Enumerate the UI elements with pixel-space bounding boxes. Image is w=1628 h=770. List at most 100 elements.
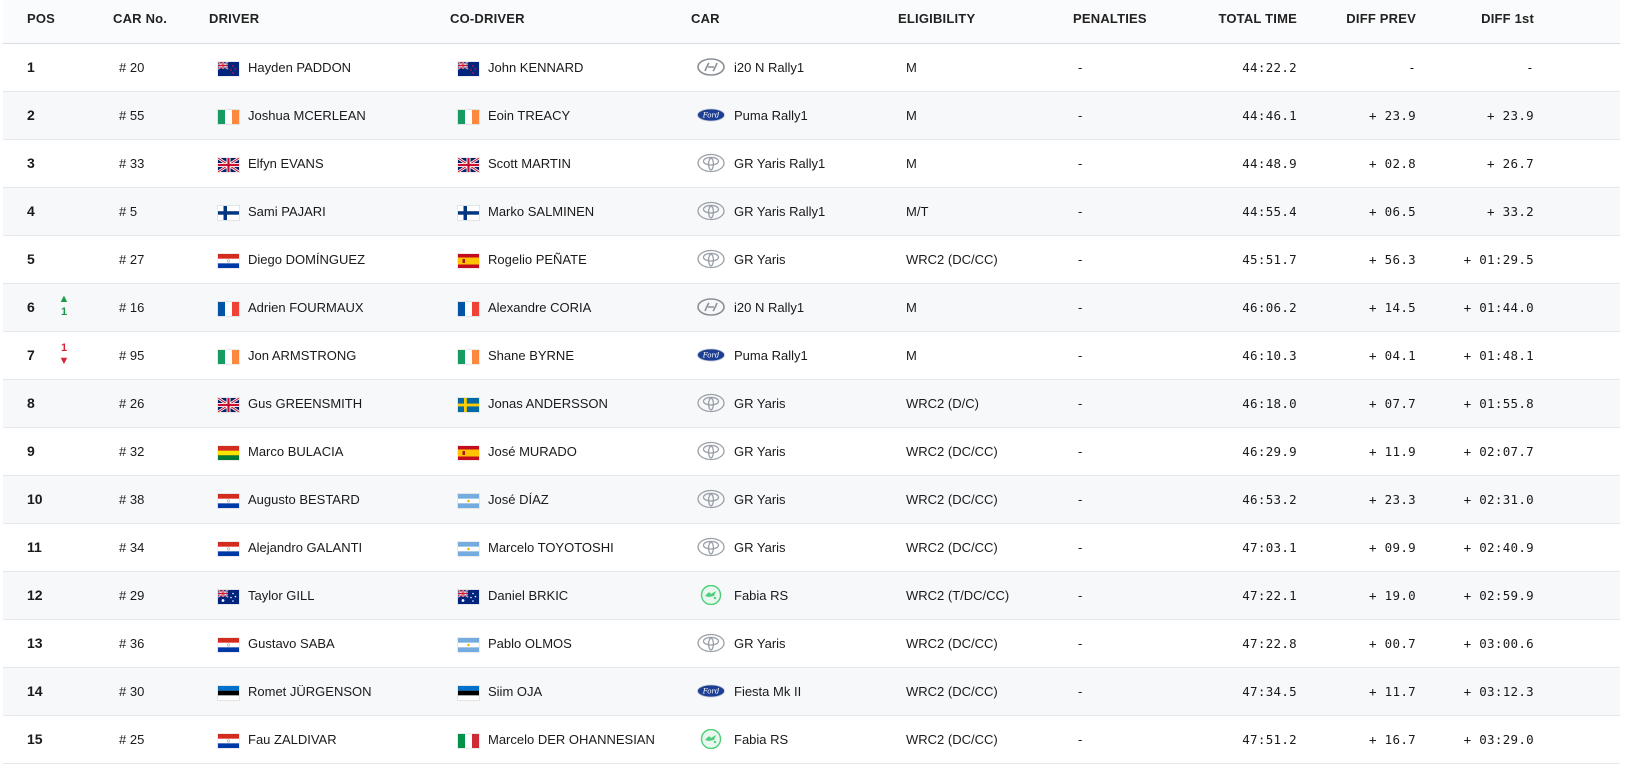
diff-first: + 23.9 (1487, 108, 1534, 123)
table-row[interactable]: 11 # 34 Alejandro GALANTI Marcelo TOYOTOSHI… (3, 524, 1620, 572)
driver-name[interactable]: Elfyn EVANS (248, 156, 324, 171)
co-driver-name[interactable]: Rogelio PEÑATE (488, 252, 587, 267)
table-row[interactable]: 1 # 20 Hayden PADDON John KENNARD i20 N Rall… (3, 44, 1620, 92)
diff-prev: + 11.7 (1369, 684, 1416, 699)
header-diff-prev[interactable]: DIFF PREV (1346, 11, 1416, 26)
co-driver-name[interactable]: Shane BYRNE (488, 348, 574, 363)
eligibility: WRC2 (T/DC/CC) (906, 588, 1010, 603)
header-diff-1st[interactable]: DIFF 1st (1481, 11, 1534, 26)
driver-name[interactable]: Adrien FOURMAUX (248, 300, 364, 315)
table-row[interactable]: 15 # 25 Fau ZALDIVAR Marcelo DER OHANNESIAN… (3, 716, 1620, 764)
table-row[interactable]: 10 # 38 Augusto BESTARD José DÍAZ GR Yaris WR… (3, 476, 1620, 524)
table-row[interactable]: 14 # 30 Romet JÜRGENSON Siim OJA Ford Fiesta … (3, 668, 1620, 716)
diff-first: + 26.7 (1487, 156, 1534, 171)
header-eligibility[interactable]: ELIGIBILITY (898, 11, 975, 26)
co-driver-name[interactable]: José DÍAZ (488, 492, 549, 507)
car-model: GR Yaris (734, 492, 786, 507)
table-row[interactable]: 13 # 36 Gustavo SABA Pablo OLMOS GR Yaris WRC… (3, 620, 1620, 668)
table-row[interactable]: 4 # 5 Sami PAJARI Marko SALMINEN GR Yaris Ra… (3, 188, 1620, 236)
driver-flag-icon (218, 494, 239, 508)
co-driver-name[interactable]: Marcelo TOYOTOSHI (488, 540, 614, 555)
header-co-driver[interactable]: CO-DRIVER (450, 11, 525, 26)
driver-flag-icon (218, 158, 239, 172)
results-table: POS CAR No. DRIVER CO-DRIVER CAR ELIGIBI… (3, 0, 1620, 764)
driver-name[interactable]: Augusto BESTARD (248, 492, 360, 507)
co-driver-flag-icon (458, 494, 479, 508)
co-driver-flag-icon (458, 638, 479, 652)
co-driver-name[interactable]: Daniel BRKIC (488, 588, 568, 603)
header-pos[interactable]: POS (27, 11, 55, 26)
car-number: # 29 (119, 588, 145, 603)
driver-name[interactable]: Gustavo SABA (248, 636, 335, 651)
eligibility: M (906, 108, 917, 123)
position: 4 (27, 203, 35, 219)
header-total-time[interactable]: TOTAL TIME (1218, 11, 1297, 26)
table-body: 1 # 20 Hayden PADDON John KENNARD i20 N Rall… (3, 44, 1620, 764)
car-model: GR Yaris (734, 540, 786, 555)
toyota-logo-icon (696, 441, 726, 461)
header-driver[interactable]: DRIVER (209, 11, 259, 26)
position: 11 (27, 539, 42, 555)
position: 5 (27, 251, 35, 267)
total-time: 44:46.1 (1242, 108, 1297, 123)
co-driver-name[interactable]: José MURADO (488, 444, 577, 459)
total-time: 46:53.2 (1242, 492, 1297, 507)
position: 6 (27, 299, 35, 315)
total-time: 46:10.3 (1242, 348, 1297, 363)
table-row[interactable]: 5 # 27 Diego DOMÍNGUEZ Rogelio PEÑATE GR Yar… (3, 236, 1620, 284)
co-driver-flag-icon (458, 302, 479, 316)
co-driver-name[interactable]: Marcelo DER OHANNESIAN (488, 732, 655, 747)
co-driver-name[interactable]: Pablo OLMOS (488, 636, 572, 651)
total-time: 47:22.8 (1242, 636, 1297, 651)
co-driver-name[interactable]: John KENNARD (488, 60, 583, 75)
driver-flag-icon (218, 686, 239, 700)
driver-name[interactable]: Alejandro GALANTI (248, 540, 362, 555)
driver-flag-icon (218, 638, 239, 652)
driver-name[interactable]: Taylor GILL (248, 588, 314, 603)
eligibility: M (906, 300, 917, 315)
co-driver-name[interactable]: Alexandre CORIA (488, 300, 591, 315)
co-driver-name[interactable]: Marko SALMINEN (488, 204, 594, 219)
co-driver-flag-icon (458, 398, 479, 412)
position: 8 (27, 395, 35, 411)
table-row[interactable]: 2 # 55 Joshua MCERLEAN Eoin TREACY Ford Puma … (3, 92, 1620, 140)
co-driver-name[interactable]: Jonas ANDERSSON (488, 396, 608, 411)
position: 15 (27, 731, 43, 747)
driver-name[interactable]: Gus GREENSMITH (248, 396, 362, 411)
driver-name[interactable]: Romet JÜRGENSON (248, 684, 372, 699)
driver-name[interactable]: Jon ARMSTRONG (248, 348, 356, 363)
table-row[interactable]: 7 1 ▼ # 95 Jon ARMSTRONG Shane BYRNE Ford Puma … (3, 332, 1620, 380)
table-row[interactable]: 6 ▲ 1 # 16 Adrien FOURMAUX Alexandre CORIA i20… (3, 284, 1620, 332)
toyota-logo-icon (696, 249, 726, 269)
header-penalties[interactable]: PENALTIES (1073, 11, 1147, 26)
eligibility: WRC2 (DC/CC) (906, 684, 998, 699)
co-driver-name[interactable]: Eoin TREACY (488, 108, 570, 123)
driver-name[interactable]: Diego DOMÍNGUEZ (248, 252, 365, 267)
svg-text:Ford: Ford (702, 112, 720, 120)
driver-name[interactable]: Hayden PADDON (248, 60, 351, 75)
table-row[interactable]: 9 # 32 Marco BULACIA José MURADO GR Yaris WRC… (3, 428, 1620, 476)
ford-logo-icon: Ford (696, 345, 726, 365)
header-car-no[interactable]: CAR No. (113, 11, 167, 26)
total-time: 46:06.2 (1242, 300, 1297, 315)
driver-name[interactable]: Fau ZALDIVAR (248, 732, 337, 747)
driver-flag-icon (218, 206, 239, 220)
driver-name[interactable]: Marco BULACIA (248, 444, 343, 459)
header-car[interactable]: CAR (691, 11, 720, 26)
table-row[interactable]: 3 # 33 Elfyn EVANS Scott MARTIN GR Yaris Ral… (3, 140, 1620, 188)
driver-name[interactable]: Joshua MCERLEAN (248, 108, 366, 123)
table-row[interactable]: 12 # 29 Taylor GILL Daniel BRKIC Fabia RS WRC… (3, 572, 1620, 620)
diff-prev: + 00.7 (1369, 636, 1416, 651)
car-model: GR Yaris (734, 444, 786, 459)
eligibility: WRC2 (DC/CC) (906, 540, 998, 555)
driver-flag-icon (218, 398, 239, 412)
co-driver-name[interactable]: Siim OJA (488, 684, 542, 699)
driver-name[interactable]: Sami PAJARI (248, 204, 326, 219)
driver-flag-icon (218, 302, 239, 316)
driver-flag-icon (218, 62, 239, 76)
penalties: - (1078, 684, 1083, 699)
car-model: GR Yaris Rally1 (734, 156, 826, 171)
table-row[interactable]: 8 # 26 Gus GREENSMITH Jonas ANDERSSON GR Yar… (3, 380, 1620, 428)
car-number: # 55 (119, 108, 145, 123)
co-driver-name[interactable]: Scott MARTIN (488, 156, 571, 171)
